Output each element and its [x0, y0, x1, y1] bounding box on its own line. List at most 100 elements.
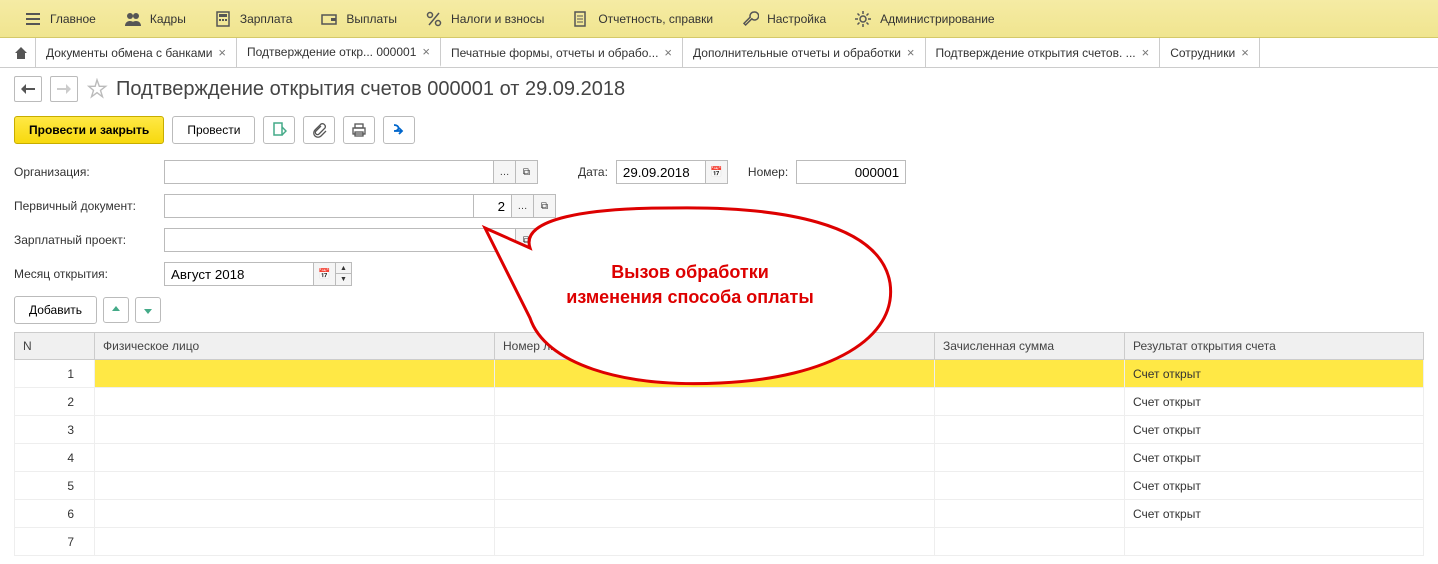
spinner-up[interactable]: ▲ — [336, 263, 351, 274]
close-icon[interactable]: × — [907, 45, 915, 60]
tab-bar: Документы обмена с банками × Подтвержден… — [0, 38, 1438, 68]
post-and-close-button[interactable]: Провести и закрыть — [14, 116, 164, 144]
org-input[interactable] — [164, 160, 494, 184]
cell-result: Счет открыт — [1125, 388, 1424, 416]
close-icon[interactable]: × — [422, 44, 430, 59]
table-row[interactable]: 7 — [15, 528, 1424, 556]
project-input[interactable] — [164, 228, 516, 252]
top-menu-bar: Главное Кадры Зарплата Выплаты Налоги и … — [0, 0, 1438, 38]
spinner-down[interactable]: ▼ — [336, 274, 351, 285]
cell-result: Счет открыт — [1125, 416, 1424, 444]
cell-person — [95, 500, 495, 528]
page-content: Подтверждение открытия счетов 000001 от … — [0, 68, 1438, 564]
cell-account — [495, 528, 935, 556]
cell-n: 1 — [15, 360, 95, 388]
add-button[interactable]: Добавить — [14, 296, 97, 324]
table-row[interactable]: 2 Счет открыт — [15, 388, 1424, 416]
tab-label: Дополнительные отчеты и обработки — [693, 46, 901, 60]
tab-label: Подтверждение откр... 000001 — [247, 45, 416, 59]
tab-documents[interactable]: Документы обмена с банками × — [36, 38, 237, 67]
home-tab[interactable] — [6, 38, 36, 67]
close-icon[interactable]: × — [664, 45, 672, 60]
move-up-button[interactable] — [103, 297, 129, 323]
cell-account — [495, 500, 935, 528]
table-row[interactable]: 3 Счет открыт — [15, 416, 1424, 444]
col-n[interactable]: N — [15, 333, 95, 360]
menu-vyplaty[interactable]: Выплаты — [306, 0, 411, 38]
col-account[interactable]: Номер лицевого счета — [495, 333, 935, 360]
tab-label: Подтверждение открытия счетов. ... — [936, 46, 1136, 60]
process-button[interactable] — [383, 116, 415, 144]
tab-employees[interactable]: Сотрудники × — [1160, 38, 1260, 67]
number-input[interactable] — [796, 160, 906, 184]
menu-kadry[interactable]: Кадры — [110, 0, 200, 38]
open-button[interactable]: ⧉ — [516, 228, 538, 252]
percent-icon — [425, 10, 443, 28]
table-row[interactable]: 4 Счет открыт — [15, 444, 1424, 472]
menu-nalogi[interactable]: Налоги и взносы — [411, 0, 558, 38]
cell-sum — [935, 416, 1125, 444]
dots-button[interactable]: … — [512, 194, 534, 218]
document-status-button[interactable] — [263, 116, 295, 144]
home-icon — [13, 45, 29, 61]
col-person[interactable]: Физическое лицо — [95, 333, 495, 360]
back-button[interactable] — [14, 76, 42, 102]
document-icon — [271, 122, 287, 138]
move-down-button[interactable] — [135, 297, 161, 323]
project-label: Зарплатный проект: — [14, 233, 154, 247]
menu-nastroika[interactable]: Настройка — [727, 0, 840, 38]
star-icon[interactable] — [86, 78, 108, 100]
col-sum[interactable]: Зачисленная сумма — [935, 333, 1125, 360]
date-input[interactable] — [616, 160, 706, 184]
tab-label: Документы обмена с банками — [46, 46, 212, 60]
tab-confirmation2[interactable]: Подтверждение открытия счетов. ... × — [926, 38, 1161, 67]
close-icon[interactable]: × — [1142, 45, 1150, 60]
cell-person — [95, 388, 495, 416]
attach-button[interactable] — [303, 116, 335, 144]
table-row[interactable]: 1 Счет открыт — [15, 360, 1424, 388]
tab-confirmation[interactable]: Подтверждение откр... 000001 × — [237, 38, 441, 67]
menu-admin[interactable]: Администрирование — [840, 0, 1008, 38]
cell-person — [95, 360, 495, 388]
menu-label: Настройка — [767, 12, 826, 26]
tab-label: Сотрудники — [1170, 46, 1235, 60]
cell-sum — [935, 444, 1125, 472]
arrow-down-icon — [142, 304, 154, 316]
table-row[interactable]: 6 Счет открыт — [15, 500, 1424, 528]
open-button[interactable]: ⧉ — [534, 194, 556, 218]
cell-account — [495, 360, 935, 388]
menu-zarplata[interactable]: Зарплата — [200, 0, 307, 38]
tab-label: Печатные формы, отчеты и обрабо... — [451, 46, 658, 60]
month-input[interactable] — [164, 262, 314, 286]
menu-label: Налоги и взносы — [451, 12, 544, 26]
page-title: Подтверждение открытия счетов 000001 от … — [116, 78, 625, 101]
close-icon[interactable]: × — [1241, 45, 1249, 60]
org-label: Организация: — [14, 165, 154, 179]
menu-label: Администрирование — [880, 12, 994, 26]
col-result[interactable]: Результат открытия счета — [1125, 333, 1424, 360]
post-button[interactable]: Провести — [172, 116, 255, 144]
forward-button[interactable] — [50, 76, 78, 102]
menu-label: Отчетность, справки — [598, 12, 713, 26]
dots-button[interactable]: … — [494, 160, 516, 184]
menu-main[interactable]: Главное — [10, 0, 110, 38]
print-button[interactable] — [343, 116, 375, 144]
menu-icon — [24, 10, 42, 28]
cell-account — [495, 444, 935, 472]
calendar-button[interactable]: 📅 — [706, 160, 728, 184]
calendar-button[interactable]: 📅 — [314, 262, 336, 286]
arrow-curve-icon — [391, 122, 407, 138]
table-row[interactable]: 5 Счет открыт — [15, 472, 1424, 500]
menu-otchetnost[interactable]: Отчетность, справки — [558, 0, 727, 38]
primdoc-input[interactable] — [164, 194, 474, 218]
cell-result: Счет открыт — [1125, 360, 1424, 388]
tab-extra-reports[interactable]: Дополнительные отчеты и обработки × — [683, 38, 925, 67]
close-icon[interactable]: × — [218, 45, 226, 60]
arrow-right-icon — [57, 84, 71, 94]
people-icon — [124, 10, 142, 28]
primdoc-input2[interactable] — [474, 194, 512, 218]
cell-sum — [935, 360, 1125, 388]
open-button[interactable]: ⧉ — [516, 160, 538, 184]
tab-print-forms[interactable]: Печатные формы, отчеты и обрабо... × — [441, 38, 683, 67]
cell-n: 2 — [15, 388, 95, 416]
